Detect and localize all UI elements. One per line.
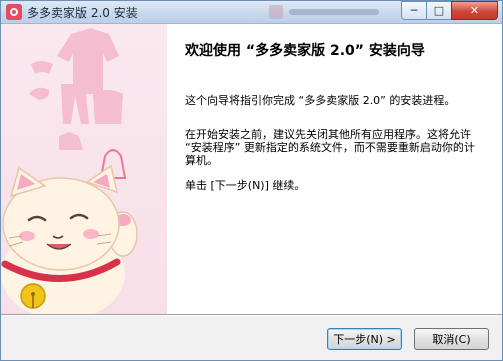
lucky-cat-illustration (1, 28, 138, 314)
next-button[interactable]: 下一步(N) > (327, 328, 402, 350)
maximize-button[interactable]: □ (426, 1, 452, 20)
close-apps-paragraph: 在开始安装之前，建议先关闭其他所有应用程序。这将允许 “安装程序” 更新指定的系… (185, 128, 475, 167)
footer-divider (1, 314, 502, 316)
continue-instruction: 单击 [下一步(N)] 继续。 (185, 179, 306, 192)
close-icon: ✕ (469, 4, 480, 17)
welcome-side-banner (1, 24, 167, 314)
window-title: 多多卖家版 2.0 安装 (27, 6, 138, 20)
blurred-taskbar-preview (269, 5, 381, 19)
title-bar[interactable]: 多多卖家版 2.0 安装 ─ □ ✕ (1, 1, 502, 24)
close-button[interactable]: ✕ (451, 1, 498, 20)
cancel-button[interactable]: 取消(C) (414, 328, 489, 350)
welcome-content: 欢迎使用 “多多卖家版 2.0” 安装向导 这个向导将指引你完成 “多多卖家版 … (167, 24, 502, 314)
minimize-button[interactable]: ─ (401, 1, 427, 20)
installer-window: 多多卖家版 2.0 安装 ─ □ ✕ 欢迎使用 “多多卖家版 2.0” 安装向导… (0, 0, 503, 361)
minimize-icon: ─ (410, 4, 418, 17)
maximize-icon: □ (433, 4, 445, 17)
app-icon (6, 4, 22, 20)
intro-paragraph: 这个向导将指引你完成 “多多卖家版 2.0” 的安装进程。 (185, 94, 456, 107)
welcome-heading: 欢迎使用 “多多卖家版 2.0” 安装向导 (185, 43, 425, 59)
